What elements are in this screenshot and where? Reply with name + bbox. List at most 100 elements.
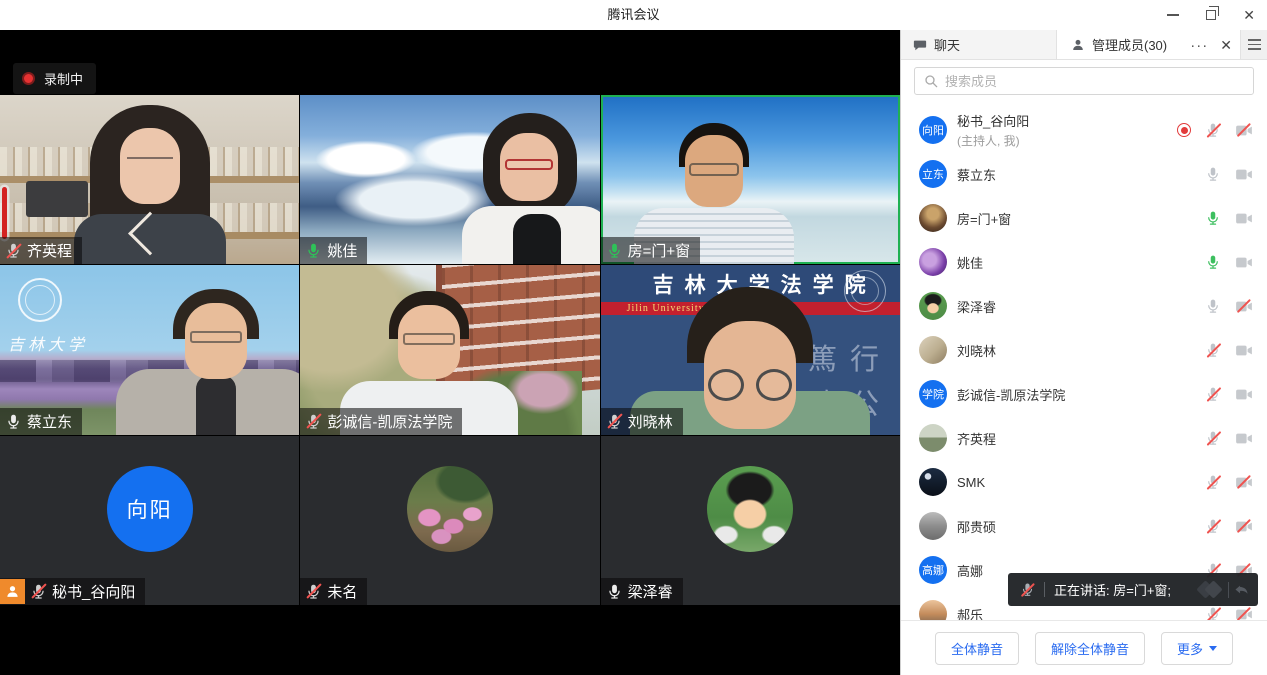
camera-icon[interactable] [1235, 211, 1253, 226]
unmute-all-button[interactable]: 解除全体静音 [1035, 632, 1145, 665]
restore-icon[interactable] [1206, 10, 1216, 20]
host-badge-icon [0, 579, 25, 604]
chevron-down-icon [1209, 646, 1217, 651]
member-row[interactable]: SMK [901, 460, 1267, 504]
tile-name-label: 房=门+窗 [601, 237, 701, 264]
video-tile-5[interactable]: 彭诚信-凯原法学院 [300, 265, 599, 434]
member-row[interactable]: 梁泽睿 [901, 284, 1267, 328]
tile-name-label: 蔡立东 [0, 408, 82, 435]
member-name: SMK [957, 475, 1195, 490]
member-name: 齐英程 [957, 429, 1195, 448]
recording-badge: 录制中 [13, 63, 96, 94]
app-window: 腾讯会议 ✕ 录制中 齐英程 [0, 0, 1267, 675]
camera-icon[interactable] [1235, 475, 1253, 490]
camera-icon[interactable] [1235, 431, 1253, 446]
more-options-icon[interactable]: ··· [1190, 38, 1208, 53]
avatar: 高娜 [919, 556, 947, 584]
avatar [919, 204, 947, 232]
mic-icon[interactable] [1205, 430, 1221, 446]
member-row[interactable]: 齐英程 [901, 416, 1267, 460]
avatar [707, 466, 793, 552]
avatar: 向阳 [107, 466, 193, 552]
camera-icon[interactable] [1235, 607, 1253, 621]
mic-icon[interactable] [1205, 342, 1221, 358]
video-grid: 齐英程 姚佳 房=门+窗 [0, 95, 900, 605]
mic-icon[interactable] [1205, 474, 1221, 490]
tab-chat[interactable]: 聊天 [901, 30, 1057, 59]
member-name: 房=门+窗 [957, 209, 1195, 228]
avatar [407, 466, 493, 552]
title-bar: 腾讯会议 ✕ [0, 0, 1267, 30]
university-seal-icon [18, 278, 62, 322]
member-row[interactable]: 向阳 秘书_谷向阳 (主持人, 我) [901, 108, 1267, 152]
member-row[interactable]: 房=门+窗 [901, 196, 1267, 240]
window-title: 腾讯会议 [0, 0, 1267, 30]
mic-icon[interactable] [1205, 386, 1221, 402]
tile-name-label: 秘书_谷向阳 [0, 578, 145, 605]
avatar [919, 336, 947, 364]
avatar: 向阳 [919, 116, 947, 144]
tile-name-label: 未名 [300, 578, 367, 605]
tab-manage-members[interactable]: 管理成员(30) ··· ✕ [1057, 30, 1240, 59]
window-controls: ✕ [1167, 0, 1255, 30]
camera-icon[interactable] [1235, 519, 1253, 534]
avatar [919, 600, 947, 620]
member-panel: 聊天 管理成员(30) ··· ✕ 向阳 秘书_谷向阳 (主持人, 我) [900, 30, 1267, 675]
tile-name-label: 齐英程 [0, 237, 82, 264]
mic-icon[interactable] [1205, 166, 1221, 182]
video-tile-9[interactable]: 梁泽睿 [601, 436, 900, 605]
search-input[interactable] [914, 67, 1254, 95]
member-row[interactable]: 姚佳 [901, 240, 1267, 284]
tile-name-label: 姚佳 [300, 237, 367, 264]
panel-tabs: 聊天 管理成员(30) ··· ✕ [901, 30, 1267, 60]
mute-all-button[interactable]: 全体静音 [935, 632, 1019, 665]
speaking-toast-text: 正在讲话: 房=门+窗; [1054, 580, 1199, 599]
member-name: 梁泽睿 [957, 297, 1195, 316]
mic-on-icon [5, 413, 22, 430]
camera-icon[interactable] [1235, 299, 1253, 314]
recording-label: 录制中 [44, 69, 83, 88]
mic-icon[interactable] [1205, 298, 1221, 314]
mic-icon[interactable] [1205, 122, 1221, 138]
member-row[interactable]: 刘晓林 [901, 328, 1267, 372]
panel-close-icon[interactable]: ✕ [1220, 38, 1232, 52]
member-name: 蔡立东 [957, 165, 1195, 184]
video-tile-1[interactable]: 齐英程 [0, 95, 299, 264]
more-button[interactable]: 更多 [1161, 632, 1233, 665]
video-tile-3-speaking[interactable]: 房=门+窗 [601, 95, 900, 264]
mic-icon[interactable] [1205, 518, 1221, 534]
university-name: 吉林大学 [8, 331, 118, 355]
close-icon[interactable]: ✕ [1243, 8, 1255, 22]
mic-on-icon [606, 583, 623, 600]
member-row[interactable]: 立东 蔡立东 [901, 152, 1267, 196]
hamburger-menu-icon[interactable] [1240, 30, 1267, 59]
member-row[interactable]: 学院 彭诚信-凯原法学院 [901, 372, 1267, 416]
member-role: (主持人, 我) [957, 132, 1167, 149]
mic-icon[interactable] [1205, 606, 1221, 620]
member-row[interactable]: 邴贵硕 [901, 504, 1267, 548]
person-icon [1071, 38, 1085, 52]
video-tile-7[interactable]: 向阳 秘书_谷向阳 [0, 436, 299, 605]
camera-icon[interactable] [1235, 387, 1253, 402]
mic-icon[interactable] [1205, 210, 1221, 226]
video-tile-6[interactable]: 吉林大学法学院 Jilin University School of Law 明… [601, 265, 900, 434]
camera-icon[interactable] [1235, 167, 1253, 182]
chat-icon [913, 38, 927, 52]
mic-icon[interactable] [1205, 254, 1221, 270]
camera-icon[interactable] [1235, 123, 1253, 138]
tile-name-label: 梁泽睿 [601, 578, 683, 605]
video-tile-2[interactable]: 姚佳 [300, 95, 599, 264]
mic-muted-icon [606, 413, 623, 430]
camera-icon[interactable] [1235, 343, 1253, 358]
camera-icon[interactable] [1235, 255, 1253, 270]
minimize-icon[interactable] [1167, 14, 1179, 16]
recording-dot-icon [22, 72, 35, 85]
tile-name-label: 刘晓林 [601, 408, 683, 435]
video-tile-4[interactable]: 吉林大学 蔡立东 [0, 265, 299, 434]
reply-arrow-icon[interactable] [1233, 581, 1250, 598]
tile-name-label: 彭诚信-凯原法学院 [300, 408, 462, 435]
mic-active-icon [305, 242, 322, 259]
recording-indicator-icon [1177, 123, 1191, 137]
mic-muted-icon [305, 413, 322, 430]
video-tile-8[interactable]: 未名 [300, 436, 599, 605]
